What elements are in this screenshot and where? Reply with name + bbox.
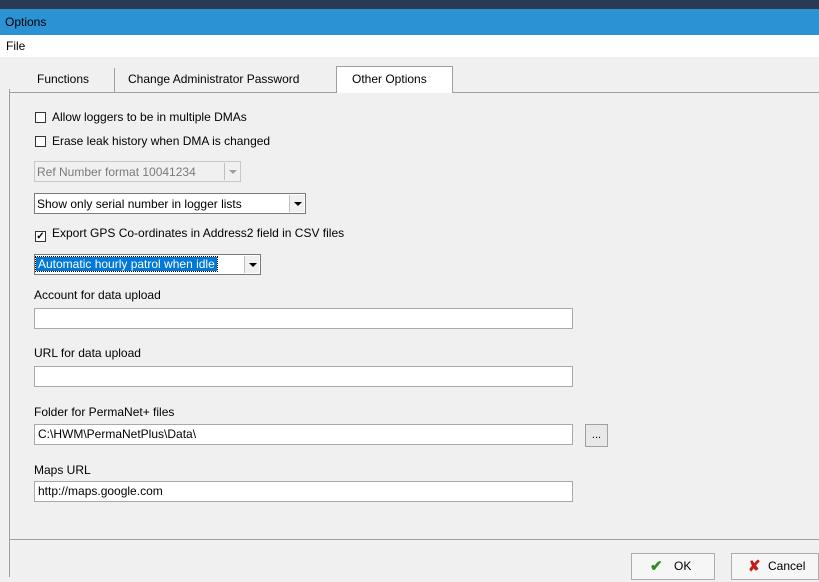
- checkbox-label: Erase leak history when DMA is changed: [52, 134, 271, 148]
- export-gps-checkbox[interactable]: ✓ Export GPS Co-ordinates in Address2 fie…: [35, 225, 345, 242]
- ok-button[interactable]: ✔ OK: [631, 553, 715, 580]
- chevron-down-icon: [224, 163, 239, 180]
- tab-other-options[interactable]: Other Options: [336, 66, 453, 93]
- tab-change-admin-password[interactable]: Change Administrator Password: [114, 68, 334, 92]
- patrol-mode-select[interactable]: Automatic hourly patrol when idle: [34, 254, 261, 275]
- chevron-down-icon[interactable]: [244, 256, 259, 273]
- ok-button-label: OK: [674, 559, 692, 573]
- background-window-strip: [0, 0, 819, 9]
- permanet-folder-input[interactable]: C:\HWM\PermaNetPlus\Data\: [34, 424, 573, 445]
- checkbox-box[interactable]: [35, 112, 46, 123]
- account-upload-label: Account for data upload: [34, 288, 161, 302]
- window-title: Options: [5, 15, 47, 29]
- maps-url-input[interactable]: http://maps.google.com: [34, 481, 573, 502]
- x-icon: ✘: [748, 558, 761, 575]
- title-bar[interactable]: Options: [0, 9, 819, 35]
- url-upload-input[interactable]: [34, 366, 573, 387]
- checkbox-box[interactable]: ✓: [35, 231, 46, 242]
- menu-file[interactable]: File: [6, 39, 25, 53]
- permanet-folder-label: Folder for PermaNet+ files: [34, 405, 175, 419]
- select-value: Automatic hourly patrol when idle: [35, 256, 218, 272]
- menu-bar: File: [0, 35, 819, 57]
- cancel-button-label: Cancel: [768, 559, 806, 573]
- ref-number-format-select: Ref Number format 10041234: [34, 161, 241, 182]
- maps-url-label: Maps URL: [34, 463, 91, 477]
- select-value: Ref Number format 10041234: [37, 165, 196, 179]
- logger-list-display-select[interactable]: Show only serial number in logger lists: [34, 193, 306, 214]
- panel-bottom-divider: [10, 539, 819, 540]
- browse-folder-button[interactable]: ...: [585, 424, 608, 447]
- url-upload-label: URL for data upload: [34, 346, 141, 360]
- checkbox-label: Allow loggers to be in multiple DMAs: [52, 110, 247, 124]
- checkmark-icon: ✔: [650, 558, 663, 575]
- allow-multiple-dmas-checkbox[interactable]: Allow loggers to be in multiple DMAs: [35, 109, 247, 125]
- select-value: Show only serial number in logger lists: [37, 197, 242, 211]
- tab-functions[interactable]: Functions: [27, 68, 113, 92]
- chevron-down-icon[interactable]: [289, 195, 304, 212]
- erase-leak-history-checkbox[interactable]: Erase leak history when DMA is changed: [35, 133, 270, 149]
- checkbox-box[interactable]: [35, 136, 46, 147]
- cancel-button[interactable]: ✘ Cancel: [731, 553, 819, 580]
- account-upload-input[interactable]: [34, 308, 573, 329]
- checkbox-label: Export GPS Co-ordinates in Address2 fiel…: [52, 226, 345, 240]
